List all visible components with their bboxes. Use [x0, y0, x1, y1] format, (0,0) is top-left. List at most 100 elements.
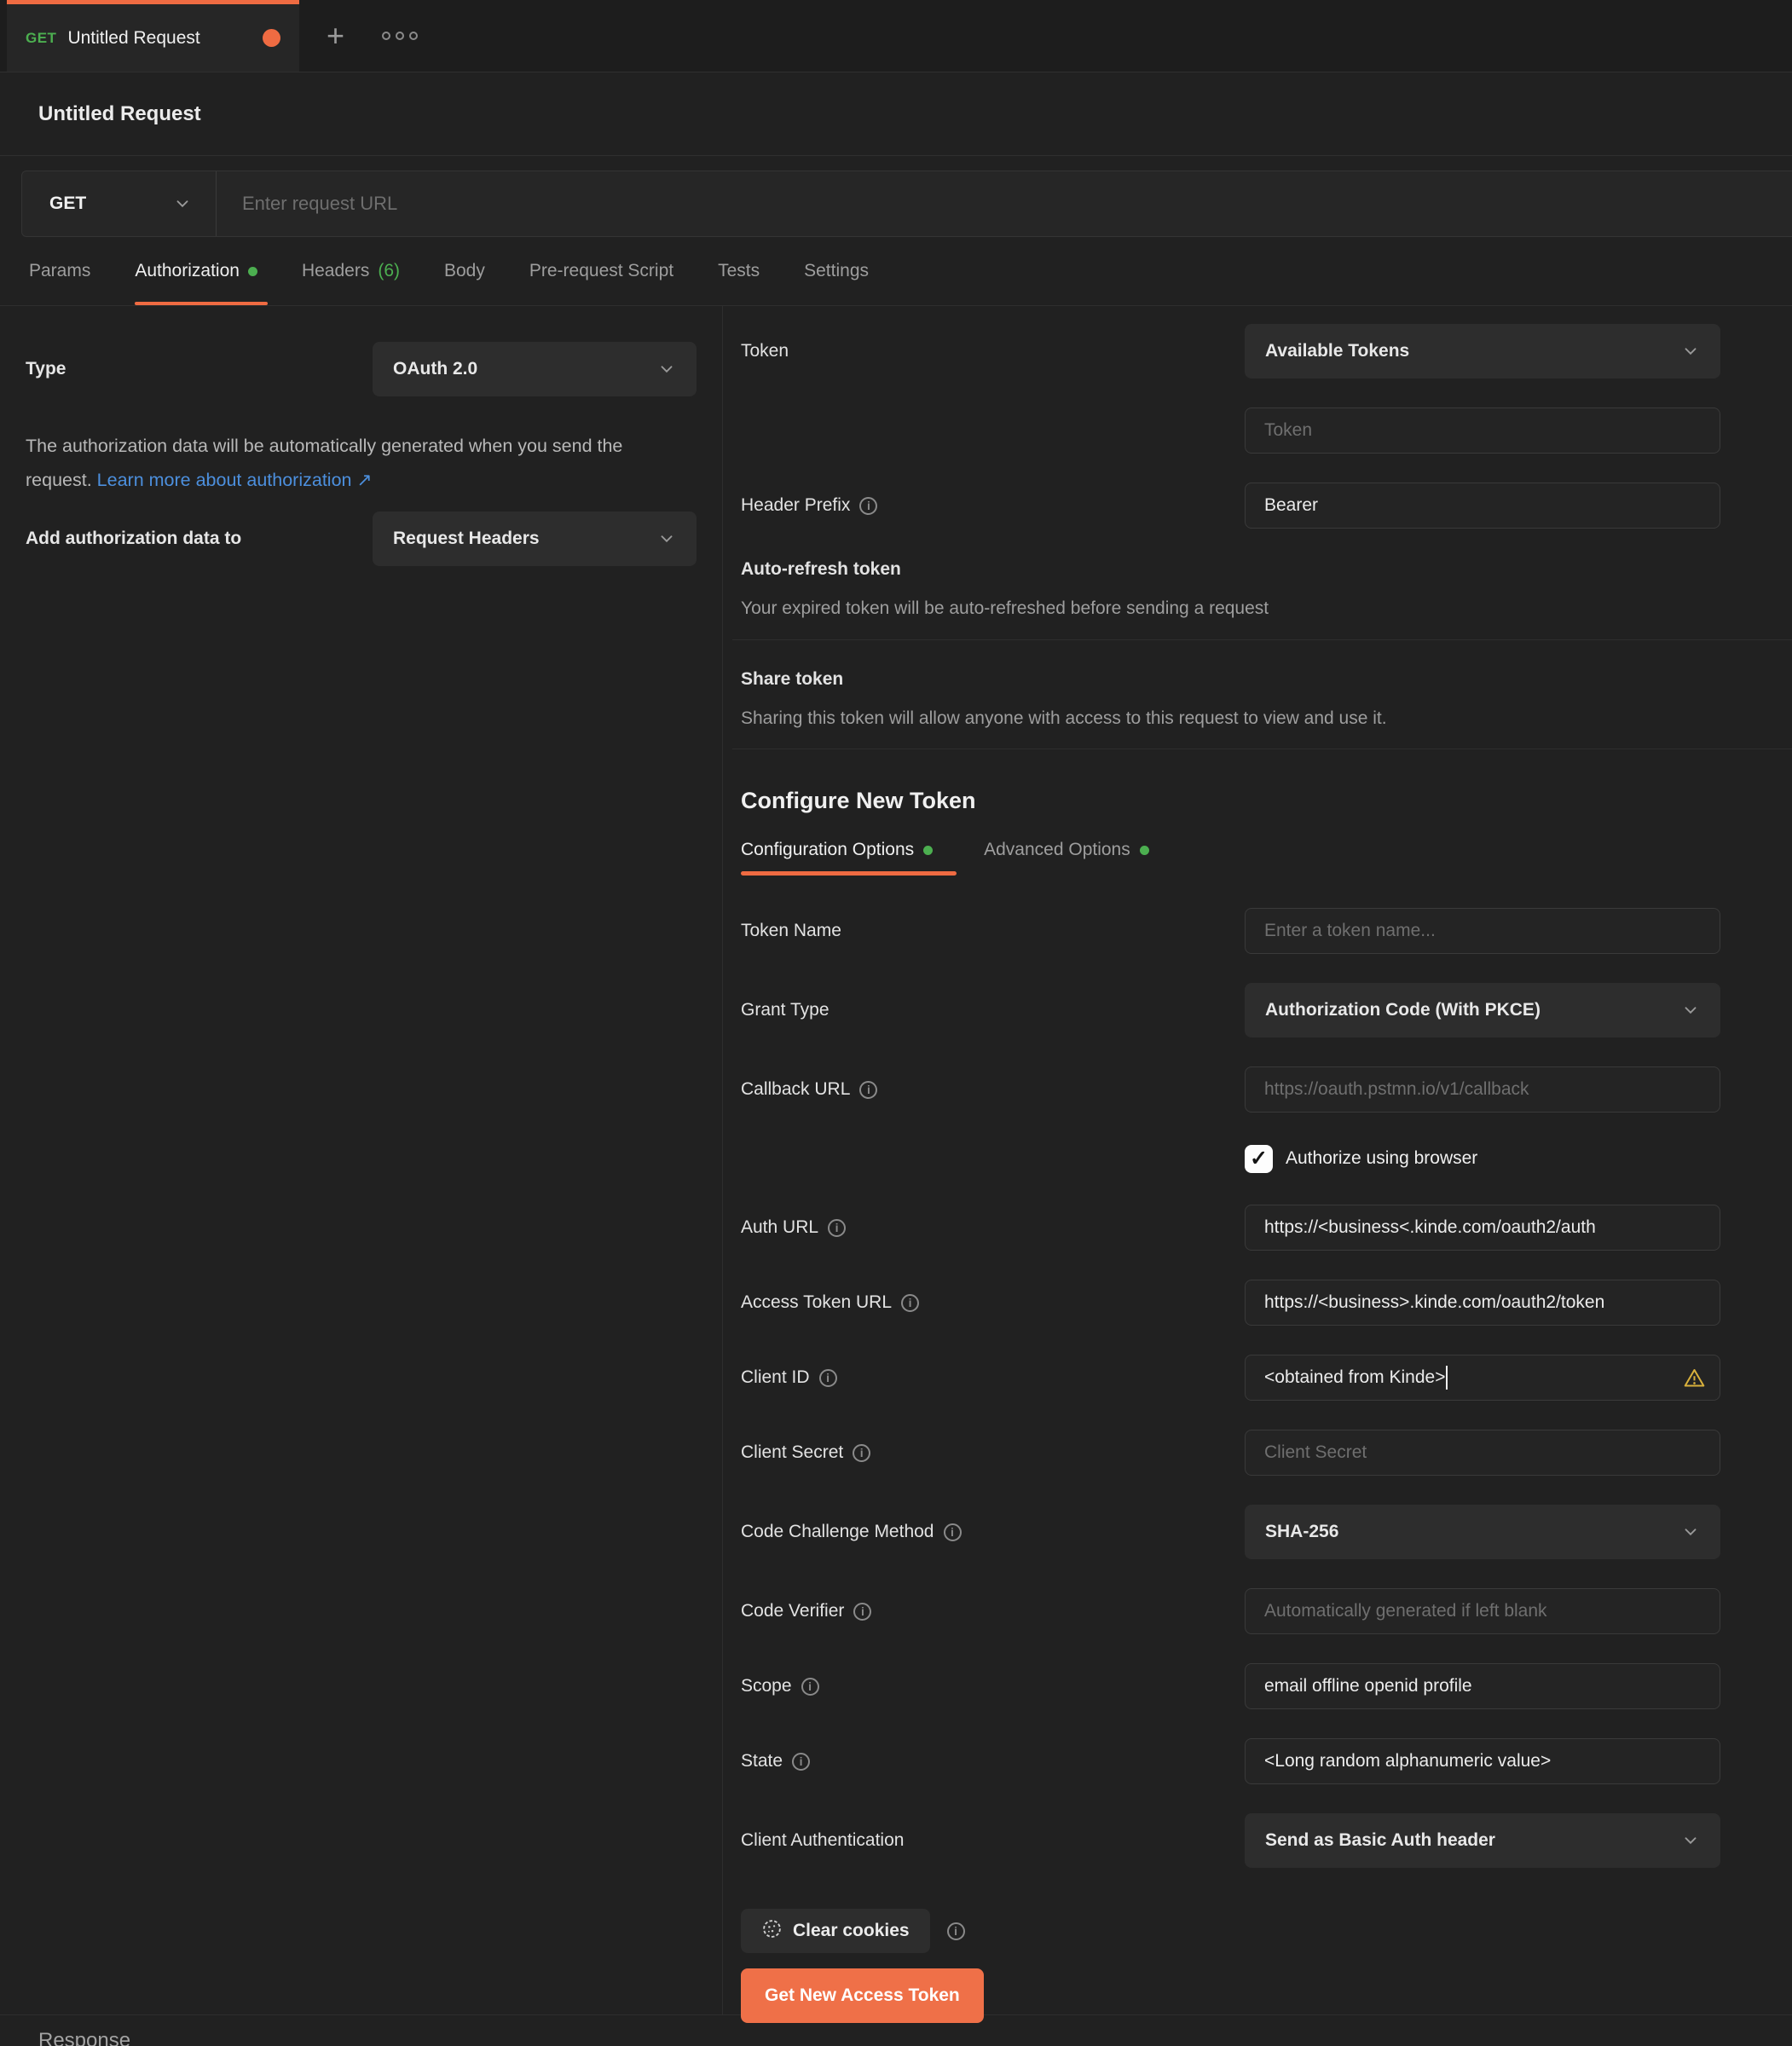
token-name-label: Token Name [741, 921, 1245, 941]
authorization-panel: Type OAuth 2.0 The authorization data wi… [0, 306, 1792, 2014]
auth-url-label: Auth URL i [741, 1217, 1245, 1238]
info-icon[interactable]: i [947, 1922, 965, 1940]
state-label: State i [741, 1751, 1245, 1771]
tab-pre-request-script[interactable]: Pre-request Script [507, 237, 696, 305]
tab-advanced-options[interactable]: Advanced Options [984, 828, 1149, 876]
info-icon[interactable]: i [828, 1219, 846, 1237]
green-dot-icon [1140, 846, 1149, 855]
auth-url-input[interactable]: https://<business<.kinde.com/oauth2/auth [1245, 1205, 1720, 1251]
header-prefix-label: Header Prefix i [741, 495, 1245, 516]
get-new-access-token-button[interactable]: Get New Access Token [741, 1968, 984, 2023]
configure-tabs: Configuration Options Advanced Options [741, 828, 1720, 876]
text-cursor [1446, 1366, 1448, 1390]
callback-url-input[interactable]: https://oauth.pstmn.io/v1/callback [1245, 1066, 1720, 1113]
request-tabs: Params Authorization Headers(6) Body Pre… [0, 237, 1792, 306]
divider [732, 639, 1792, 640]
tab-settings[interactable]: Settings [782, 237, 891, 305]
clear-cookies-button[interactable]: Clear cookies [741, 1909, 930, 1953]
info-icon[interactable]: i [853, 1603, 871, 1621]
method-select[interactable]: GET [22, 171, 217, 236]
token-input[interactable]: Token [1245, 407, 1720, 454]
type-label: Type [26, 359, 373, 379]
tab-headers[interactable]: Headers(6) [280, 237, 422, 305]
client-secret-label: Client Secret i [741, 1442, 1245, 1463]
scope-label: Scope i [741, 1676, 1245, 1696]
chevron-down-icon [1681, 1523, 1700, 1541]
info-icon[interactable]: i [819, 1369, 837, 1387]
code-challenge-method-label: Code Challenge Method i [741, 1522, 1245, 1542]
access-token-url-input[interactable]: https://<business>.kinde.com/oauth2/toke… [1245, 1280, 1720, 1326]
url-bar: GET Enter request URL [0, 156, 1792, 237]
authorize-using-browser-checkbox[interactable]: ✓ [1245, 1145, 1273, 1173]
request-url-input[interactable]: Enter request URL [217, 171, 1792, 236]
tab-configuration-options[interactable]: Configuration Options [741, 828, 933, 876]
more-tabs-icon[interactable] [382, 32, 418, 40]
auth-description: The authorization data will be automatic… [26, 429, 631, 497]
token-config-pane: Token Available Tokens Token Header Pref… [723, 306, 1792, 2014]
tab-tests[interactable]: Tests [696, 237, 782, 305]
auto-refresh-title: Auto-refresh token [741, 559, 1720, 580]
add-auth-data-label: Add authorization data to [26, 529, 373, 549]
share-token-description: Sharing this token will allow anyone wit… [741, 708, 1720, 729]
token-name-input[interactable]: Enter a token name... [1245, 908, 1720, 954]
page-title: Untitled Request [38, 102, 201, 126]
client-secret-input[interactable]: Client Secret [1245, 1430, 1720, 1476]
info-icon[interactable]: i [944, 1523, 962, 1541]
chevron-down-icon [1681, 1831, 1700, 1850]
learn-more-link[interactable]: Learn more about authorization ↗ [97, 470, 373, 490]
scope-input[interactable]: email offline openid profile [1245, 1663, 1720, 1709]
add-auth-data-select[interactable]: Request Headers [373, 512, 697, 566]
new-tab-button[interactable]: + [327, 20, 344, 51]
tab-method-badge: GET [26, 30, 56, 47]
chevron-down-icon [1681, 342, 1700, 361]
tab-body[interactable]: Body [422, 237, 507, 305]
grant-type-select[interactable]: Authorization Code (With PKCE) [1245, 983, 1720, 1037]
share-token-title: Share token [741, 669, 1720, 690]
info-icon[interactable]: i [801, 1678, 819, 1696]
chevron-down-icon [1681, 1001, 1700, 1020]
configure-new-token-heading: Configure New Token [741, 788, 1720, 814]
token-label: Token [741, 341, 1245, 361]
info-icon[interactable]: i [792, 1753, 810, 1771]
client-id-label: Client ID i [741, 1367, 1245, 1388]
method-value: GET [49, 194, 86, 214]
green-dot-icon [923, 846, 933, 855]
check-icon: ✓ [1250, 1146, 1268, 1171]
tab-params[interactable]: Params [7, 237, 113, 305]
chevron-down-icon [173, 194, 192, 213]
headers-count-badge: (6) [378, 261, 400, 281]
info-icon[interactable]: i [859, 497, 877, 515]
green-dot-icon [248, 267, 257, 276]
available-tokens-select[interactable]: Available Tokens [1245, 324, 1720, 379]
code-verifier-input[interactable]: Automatically generated if left blank [1245, 1588, 1720, 1634]
divider [732, 748, 1792, 749]
info-icon[interactable]: i [859, 1081, 877, 1099]
access-token-url-label: Access Token URL i [741, 1292, 1245, 1313]
state-input[interactable]: <Long random alphanumeric value> [1245, 1738, 1720, 1784]
request-tab[interactable]: GET Untitled Request [7, 0, 299, 72]
auto-refresh-description: Your expired token will be auto-refreshe… [741, 598, 1720, 619]
chevron-down-icon [657, 360, 676, 379]
header-prefix-input[interactable]: Bearer [1245, 483, 1720, 529]
tab-authorization[interactable]: Authorization [113, 237, 280, 305]
response-title: Response [38, 2029, 130, 2046]
client-authentication-label: Client Authentication [741, 1830, 1245, 1851]
cookie-icon [761, 1918, 783, 1945]
authorize-using-browser-label[interactable]: Authorize using browser [1286, 1148, 1477, 1169]
unsaved-changes-dot [263, 29, 280, 47]
tab-title: Untitled Request [67, 28, 199, 49]
tab-strip: GET Untitled Request + [0, 0, 1792, 72]
code-verifier-label: Code Verifier i [741, 1601, 1245, 1621]
chevron-down-icon [657, 529, 676, 548]
client-authentication-select[interactable]: Send as Basic Auth header [1245, 1813, 1720, 1868]
code-challenge-method-select[interactable]: SHA-256 [1245, 1505, 1720, 1559]
request-header: Untitled Request [0, 72, 1792, 156]
warning-icon [1683, 1367, 1706, 1390]
auth-type-pane: Type OAuth 2.0 The authorization data wi… [0, 306, 723, 2014]
grant-type-label: Grant Type [741, 1000, 1245, 1020]
auth-type-select[interactable]: OAuth 2.0 [373, 342, 697, 396]
info-icon[interactable]: i [853, 1444, 870, 1462]
external-link-icon: ↗ [356, 470, 372, 490]
client-id-input[interactable]: <obtained from Kinde> [1245, 1355, 1720, 1401]
info-icon[interactable]: i [901, 1294, 919, 1312]
